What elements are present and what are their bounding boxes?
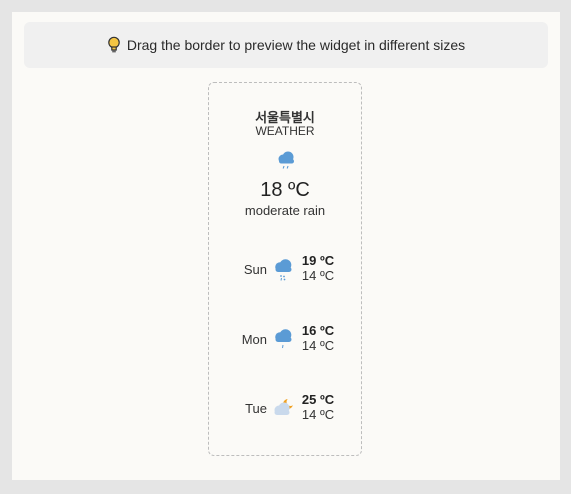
forecast-high: 25 ºC: [301, 392, 335, 407]
forecast-row: Sun 19 ºC 14 ºC: [209, 253, 361, 287]
rain-cloud-icon: [275, 329, 292, 349]
partly-cloudy-night-icon: [274, 398, 295, 415]
forecast-low: 14 ºC: [301, 268, 335, 283]
forecast-day: Mon: [241, 332, 267, 347]
hint-text: Drag the border to preview the widget in…: [126, 37, 466, 53]
hint-banner: Drag the border to preview the widget in…: [24, 22, 548, 68]
widget-subtitle: WEATHER: [255, 124, 315, 138]
forecast-low: 14 ºC: [301, 338, 335, 353]
current-temperature: 18 ºC: [260, 179, 310, 201]
lightbulb-icon: [108, 36, 120, 53]
forecast-high: 19 ºC: [301, 253, 335, 268]
weather-widget[interactable]: 서울특별시 WEATHER 18 ºC moderate rain Sun 19: [208, 82, 362, 456]
preview-frame: Drag the border to preview the widget in…: [12, 12, 560, 480]
forecast-day: Tue: [245, 401, 267, 416]
forecast-low: 14 ºC: [301, 407, 335, 422]
current-description: moderate rain: [244, 203, 326, 218]
snow-rain-cloud-icon: [275, 259, 292, 281]
forecast-row: Mon 16 ºC 14 ºC: [209, 323, 361, 357]
rain-cloud-icon: [278, 151, 294, 169]
forecast-row: Tue 25 ºC 14 ºC: [209, 392, 361, 426]
forecast-high: 16 ºC: [301, 323, 335, 338]
forecast-day: Sun: [243, 262, 267, 277]
